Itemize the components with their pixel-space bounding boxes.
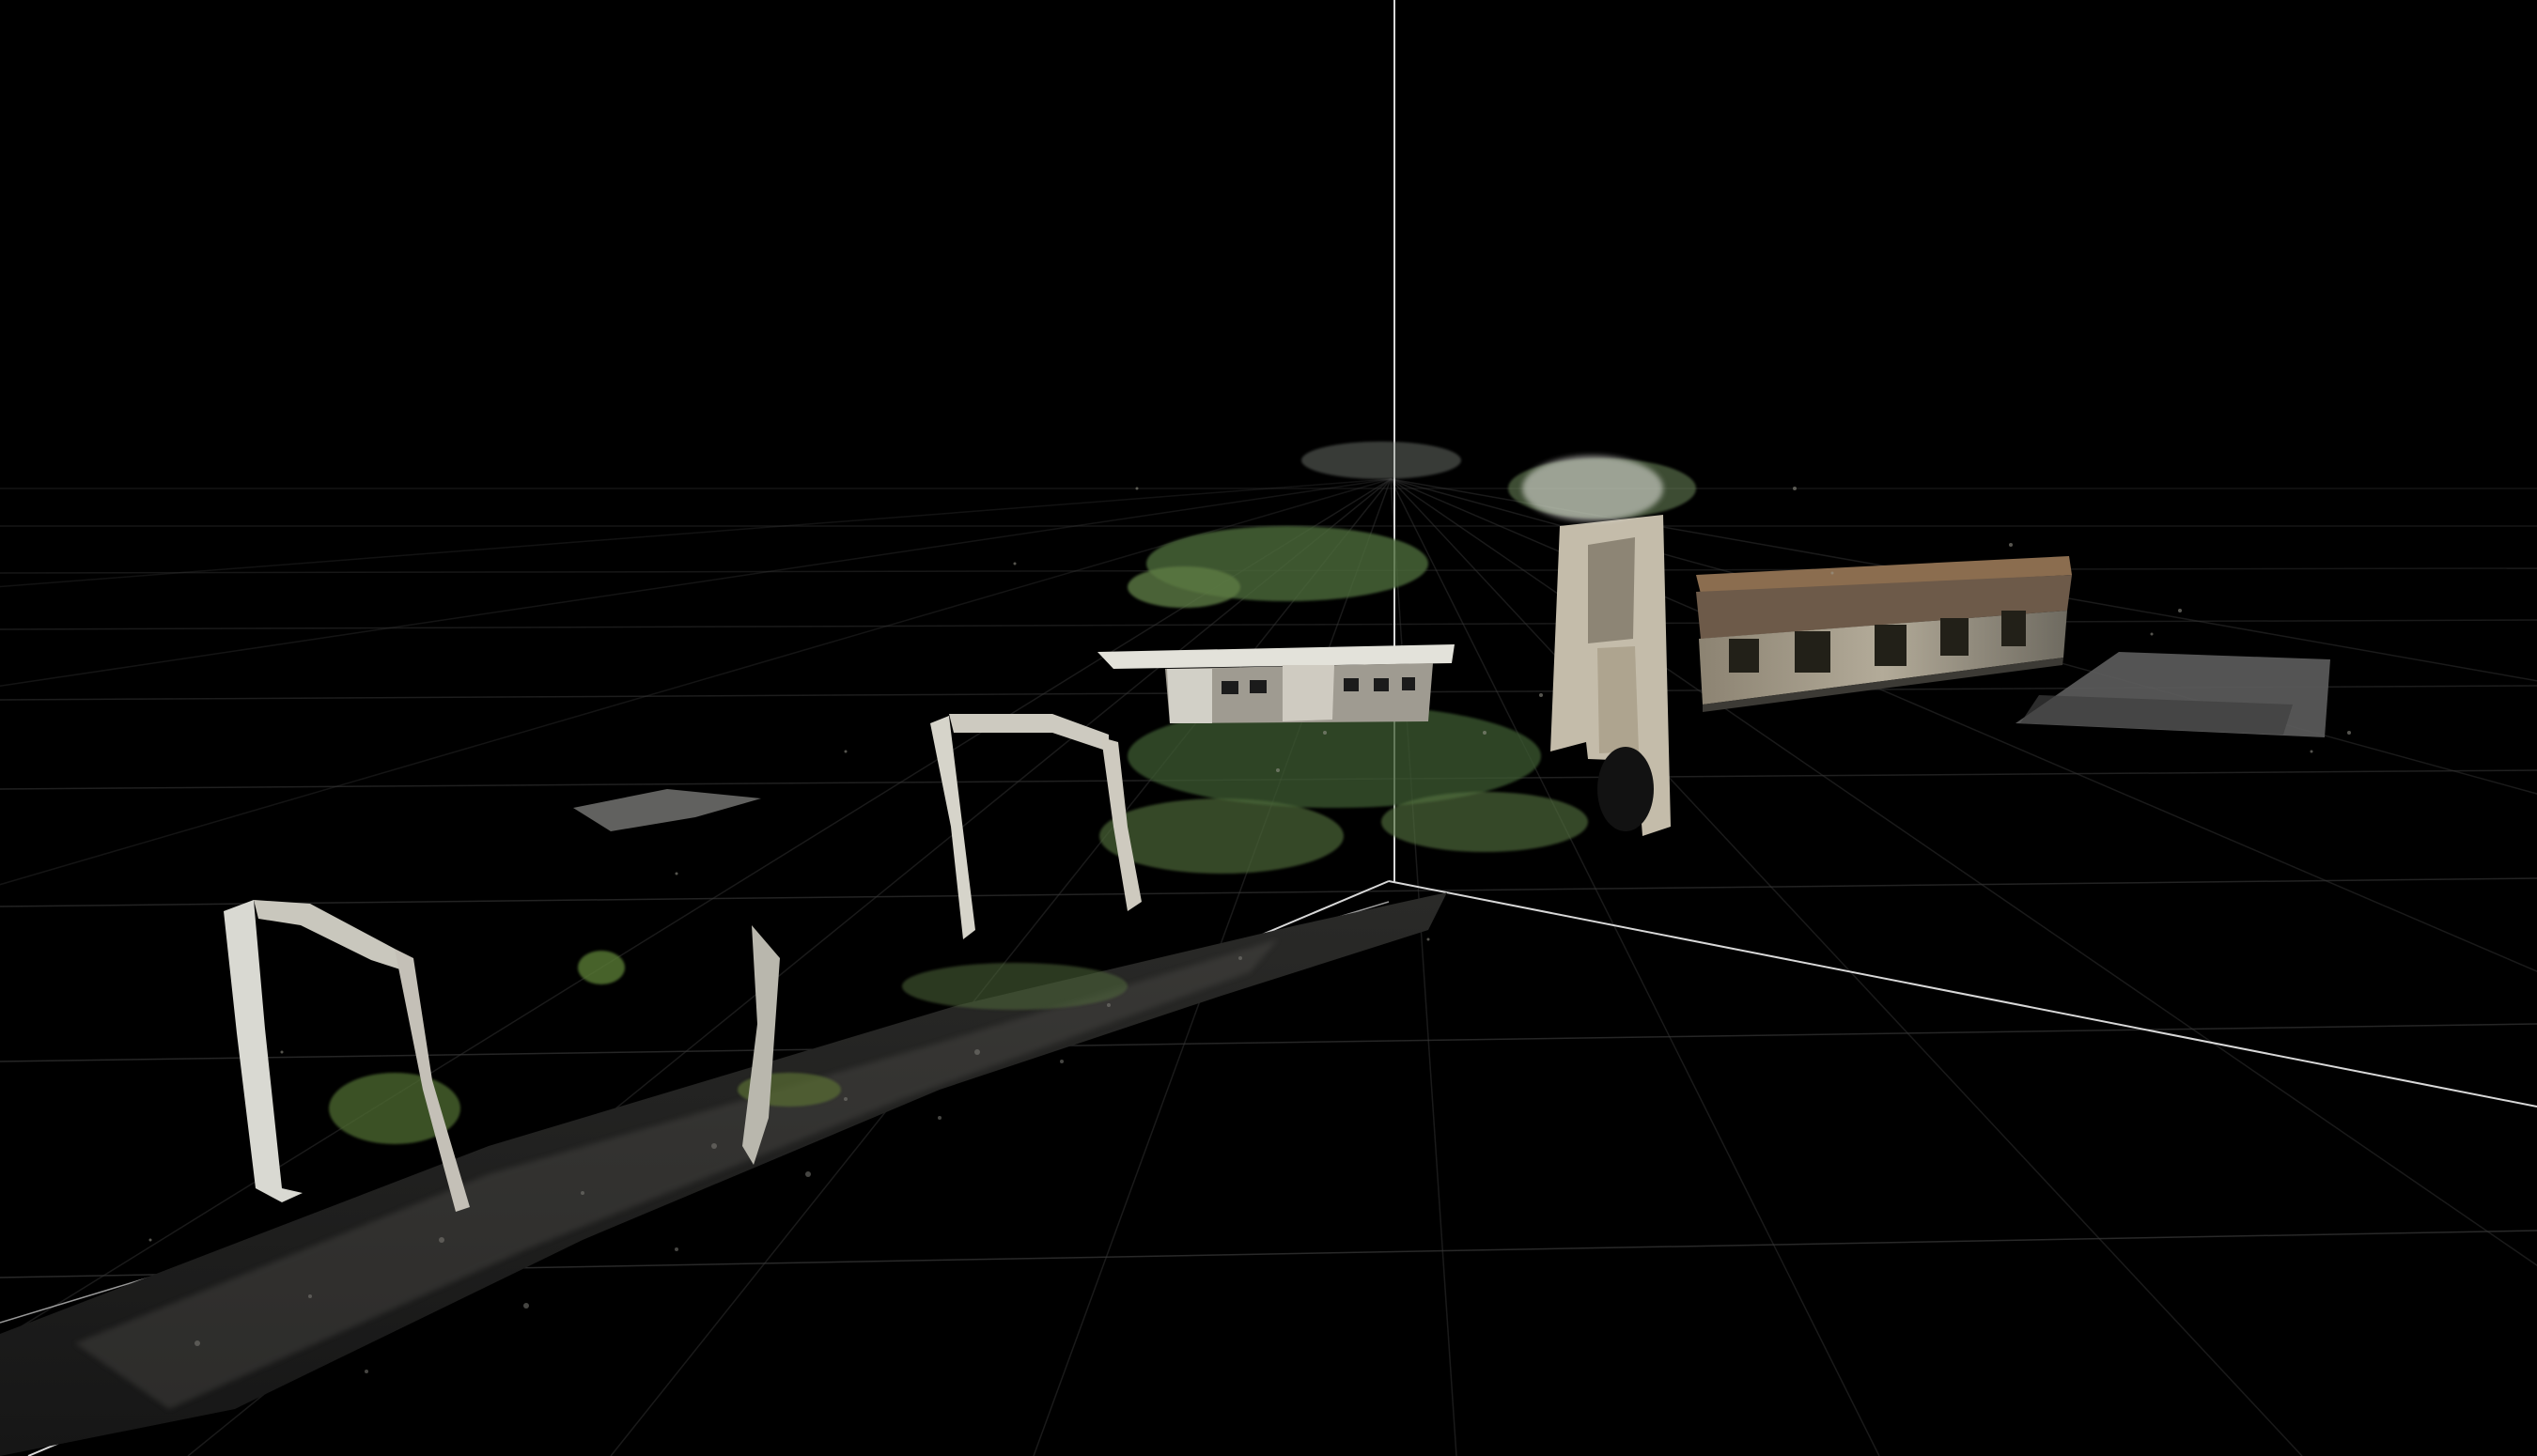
point-cloud-viewport[interactable] <box>0 0 2537 1456</box>
scene-canvas[interactable] <box>0 0 2537 1456</box>
